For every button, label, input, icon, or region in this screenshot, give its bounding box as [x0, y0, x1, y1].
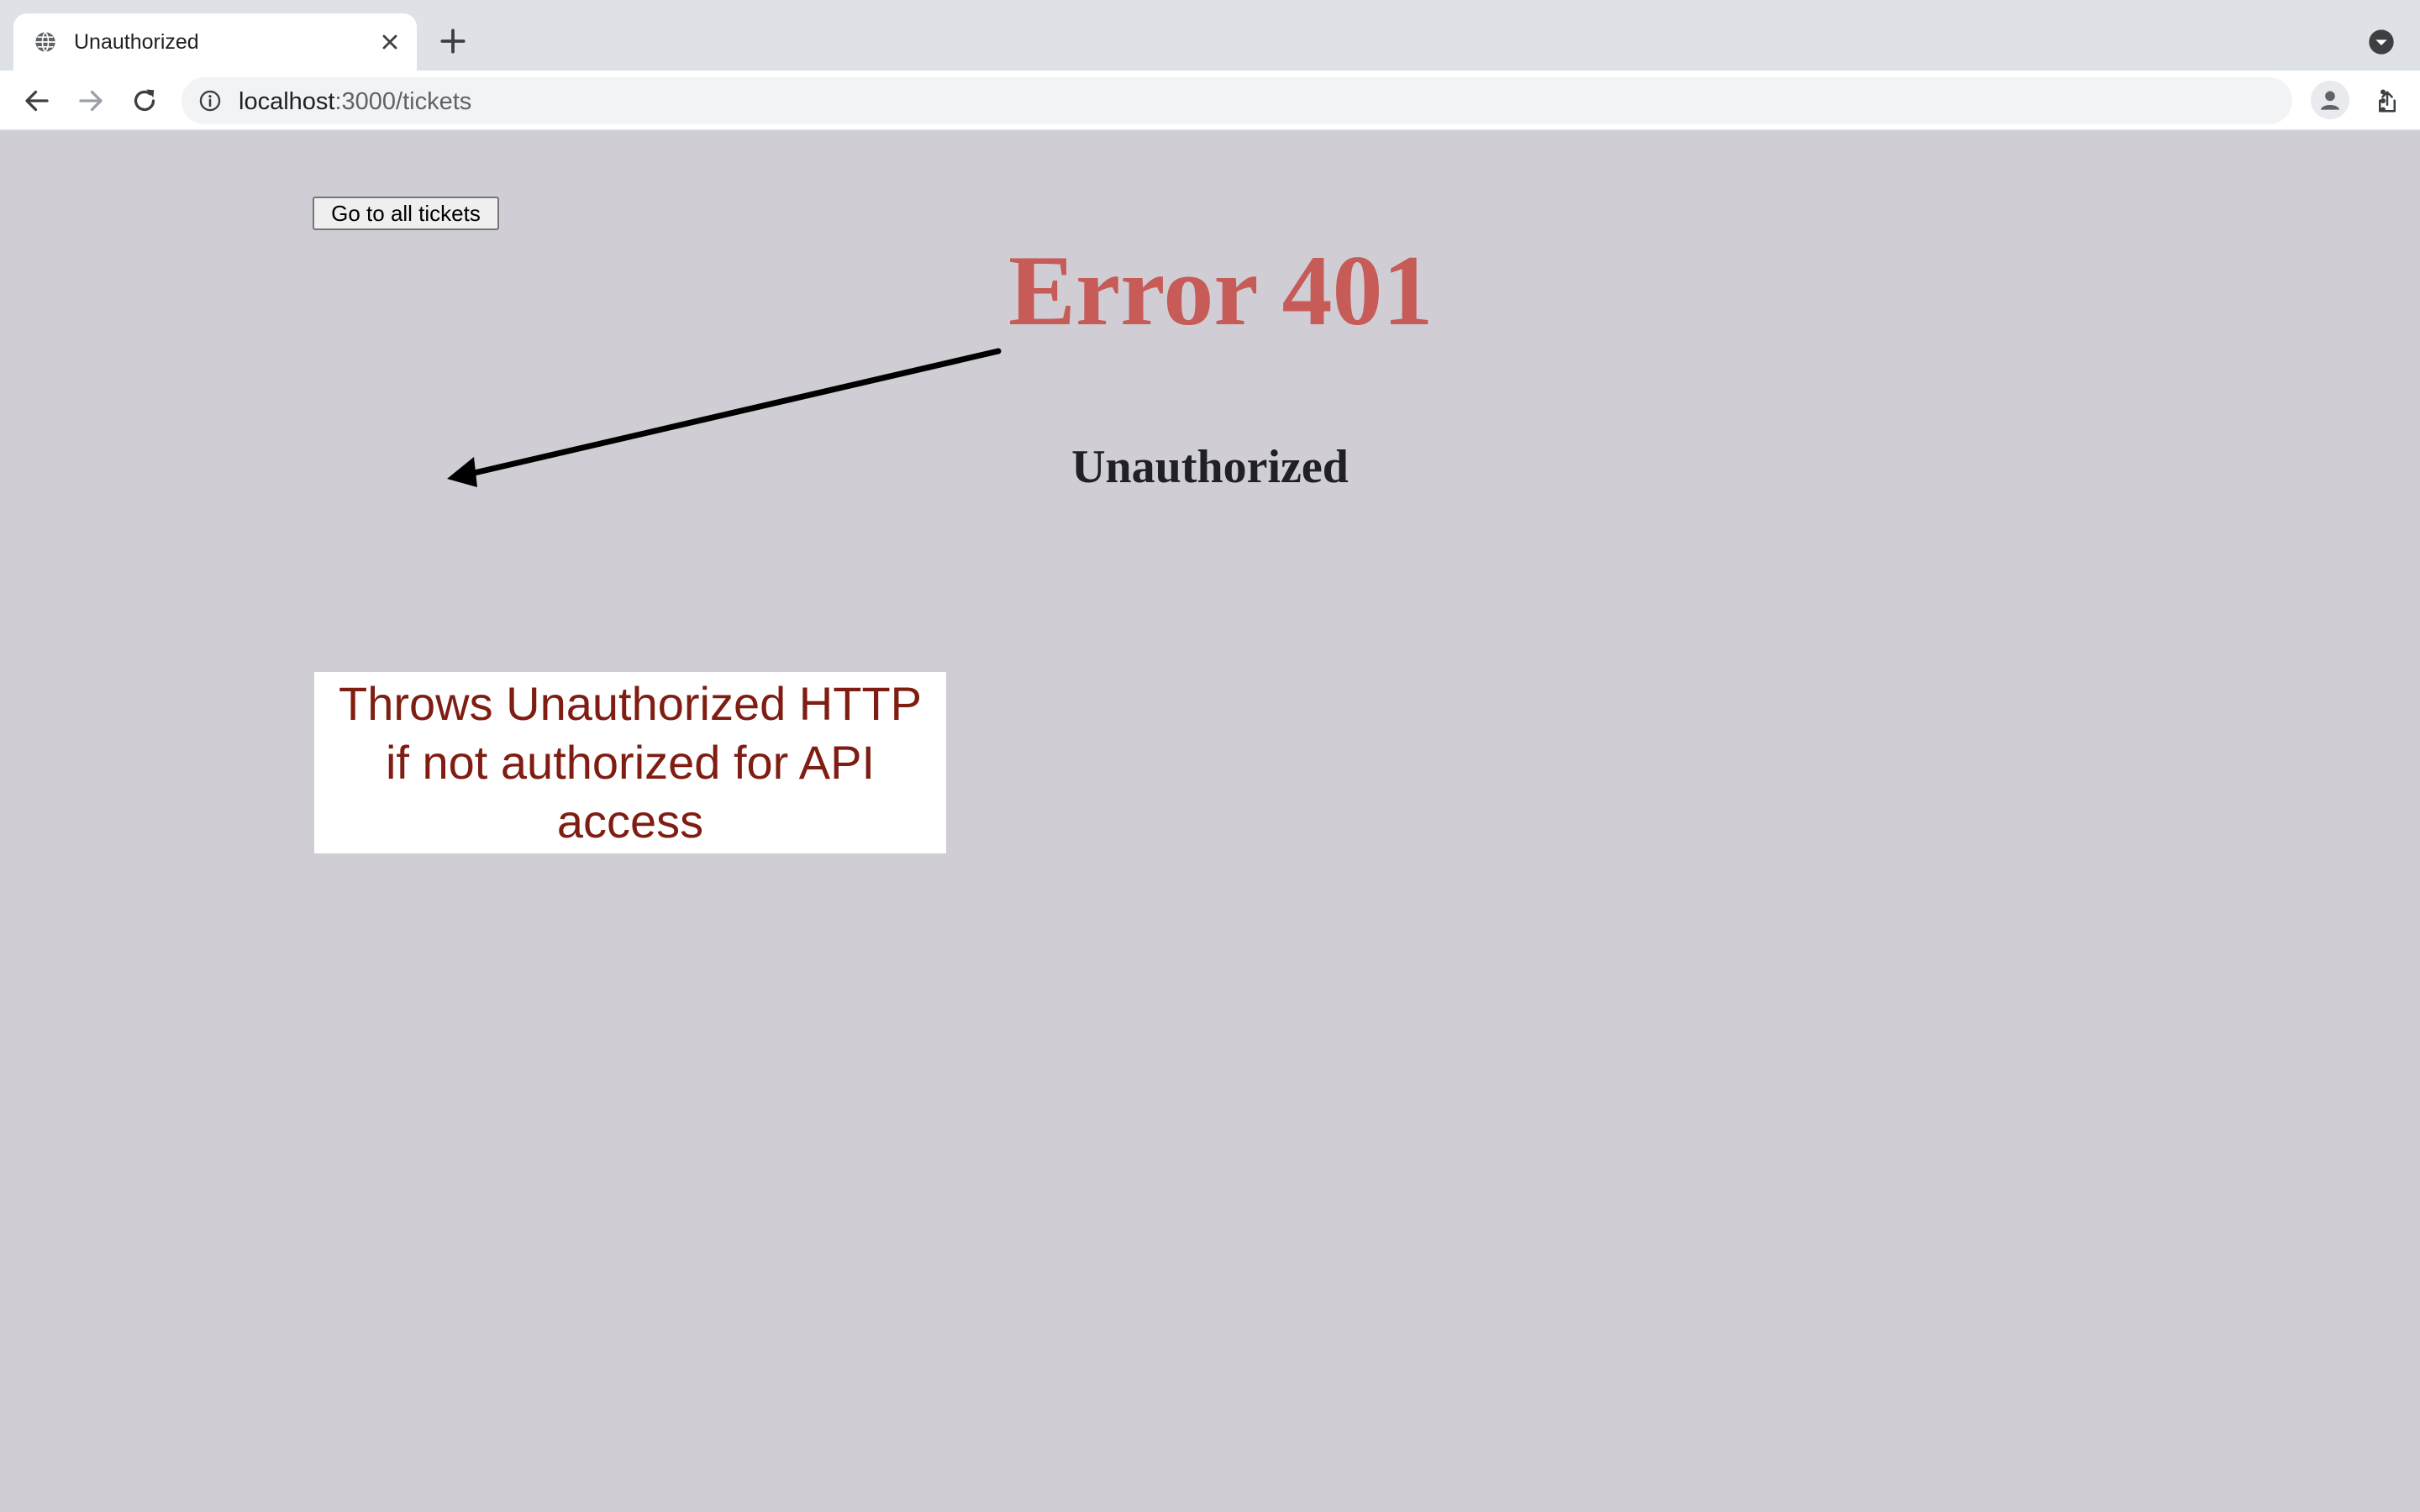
- page-content: Go to all tickets Error 401 Unauthorized…: [0, 131, 2420, 1512]
- plus-icon[interactable]: [437, 25, 469, 57]
- forward-arrow-icon[interactable]: [76, 86, 106, 116]
- tab-active[interactable]: Unauthorized: [13, 13, 417, 71]
- url-path: :3000/tickets: [334, 88, 472, 115]
- back-arrow-icon[interactable]: [22, 86, 52, 116]
- tab-strip: Unauthorized: [0, 0, 2420, 71]
- info-icon[interactable]: [198, 89, 222, 113]
- reload-icon[interactable]: [129, 86, 160, 116]
- tab-title: Unauthorized: [74, 30, 199, 54]
- address-bar[interactable]: localhost:3000/tickets: [182, 77, 2396, 124]
- close-icon[interactable]: [378, 30, 402, 54]
- profile-icon: [2320, 91, 2340, 110]
- annotation-note: Throws Unauthorized HTTP if not authoriz…: [314, 672, 946, 853]
- profile-avatar[interactable]: [2311, 81, 2349, 119]
- chevron-down-icon[interactable]: [2368, 29, 2395, 55]
- toolbar: localhost:3000/tickets: [0, 71, 2420, 131]
- annotation-text: Throws Unauthorized HTTP if not authoriz…: [338, 677, 922, 848]
- url-text[interactable]: localhost:3000/tickets: [239, 87, 471, 116]
- kebab-menu-icon[interactable]: [2368, 86, 2398, 116]
- browser-window: Unauthorized localhost:3000/tickets Go t…: [0, 0, 2420, 1512]
- url-host: localhost: [239, 88, 335, 115]
- globe-icon: [35, 31, 55, 53]
